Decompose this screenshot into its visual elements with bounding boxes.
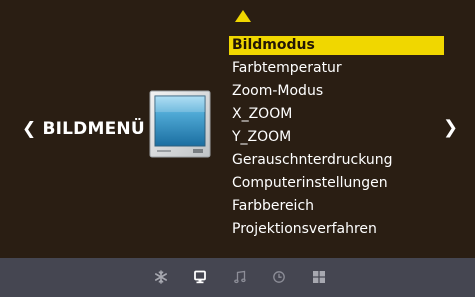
menu-item-x-zoom[interactable]: X_ZOOM bbox=[229, 103, 444, 126]
menu-item-zoom-modus[interactable]: Zoom-Modus bbox=[229, 80, 444, 103]
monitor-icon bbox=[149, 90, 211, 158]
monitor-tab-icon[interactable] bbox=[193, 270, 207, 284]
menu-item-computerinstellungen[interactable]: Computerinstellungen bbox=[229, 172, 444, 195]
menu-item-y-zoom[interactable]: Y_ZOOM bbox=[229, 126, 444, 149]
picture-menu-list: Bildmodus Farbtemperatur Zoom-Modus X_ZO… bbox=[229, 35, 444, 241]
music-note-icon[interactable] bbox=[233, 270, 247, 284]
menu-title: ❮ BILDMENÜ bbox=[22, 119, 145, 139]
snowflake-icon[interactable] bbox=[154, 270, 168, 284]
osd-menu-screen: ❮ BILDMENÜ ❯ Bildmodus Farbtemperatur Zoo… bbox=[0, 0, 475, 258]
menu-item-farbtemperatur[interactable]: Farbtemperatur bbox=[229, 57, 444, 80]
category-tab-bar bbox=[0, 258, 475, 297]
chevron-right-icon[interactable]: ❯ bbox=[443, 117, 458, 138]
clock-icon[interactable] bbox=[272, 270, 286, 284]
menu-item-bildmodus[interactable]: Bildmodus bbox=[229, 36, 444, 55]
menu-item-projektionsverfahren[interactable]: Projektionsverfahren bbox=[229, 218, 444, 241]
grid-icon[interactable] bbox=[312, 270, 326, 284]
menu-item-farbbereich[interactable]: Farbbereich bbox=[229, 195, 444, 218]
scroll-up-arrow-icon[interactable] bbox=[235, 10, 251, 22]
menu-title-text: BILDMENÜ bbox=[42, 119, 145, 139]
chevron-left-icon[interactable]: ❮ bbox=[22, 119, 36, 139]
menu-item-gerauschunterdruckung[interactable]: Gerauschnterdruckung bbox=[229, 149, 444, 172]
